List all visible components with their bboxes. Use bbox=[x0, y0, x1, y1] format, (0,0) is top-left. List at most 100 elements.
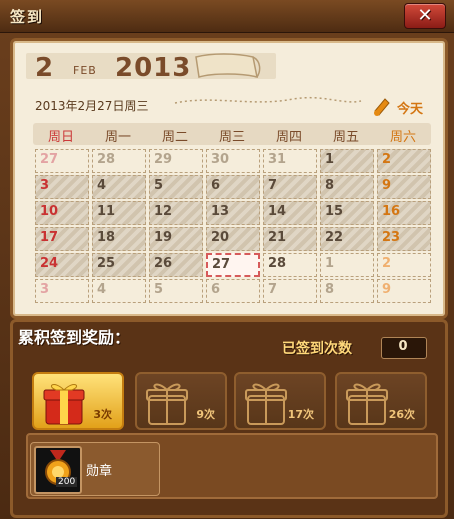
gift-box-17[interactable]: 17次 bbox=[234, 372, 326, 430]
calendar-day[interactable]: 23 bbox=[377, 227, 431, 251]
today-label[interactable]: 今天 bbox=[397, 98, 423, 117]
day-number: 27 bbox=[212, 257, 231, 272]
gift-label: 3次 bbox=[93, 408, 112, 421]
day-number: 14 bbox=[268, 204, 287, 219]
calendar-day[interactable]: 2 bbox=[377, 149, 431, 173]
calendar-day[interactable]: 13 bbox=[206, 201, 260, 225]
calendar-day[interactable]: 5 bbox=[149, 175, 203, 199]
calendar-day[interactable]: 25 bbox=[92, 253, 146, 277]
calendar-day[interactable]: 17 bbox=[35, 227, 89, 251]
title-bar: 签到 ✕ bbox=[0, 0, 454, 33]
calendar-day[interactable]: 19 bbox=[149, 227, 203, 251]
month-abbreviation: FEB bbox=[73, 64, 97, 77]
calendar-day[interactable]: 26 bbox=[149, 253, 203, 277]
day-number: 12 bbox=[154, 204, 173, 219]
day-number: 10 bbox=[40, 204, 59, 219]
day-number: 8 bbox=[325, 178, 335, 193]
weekday-monday: 周一 bbox=[104, 130, 131, 145]
signed-count-label: 已签到次数 bbox=[282, 341, 352, 357]
calendar-day[interactable]: 6 bbox=[206, 175, 260, 199]
day-number: 1 bbox=[325, 256, 335, 271]
day-number: 5 bbox=[154, 178, 164, 193]
calendar-day[interactable]: 31 bbox=[263, 149, 317, 173]
calendar-day[interactable]: 22 bbox=[320, 227, 374, 251]
calendar-day[interactable]: 8 bbox=[320, 175, 374, 199]
calendar-day[interactable]: 14 bbox=[263, 201, 317, 225]
cumulative-reward-title: 累积签到奖励： bbox=[18, 328, 131, 347]
calendar-day[interactable]: 3 bbox=[35, 279, 89, 303]
day-number: 23 bbox=[382, 230, 401, 245]
day-number: 20 bbox=[211, 230, 230, 245]
gift-box-26[interactable]: 26次 bbox=[335, 372, 427, 430]
day-number: 9 bbox=[382, 178, 392, 193]
gift-label: 26次 bbox=[388, 408, 415, 421]
calendar-day[interactable]: 15 bbox=[320, 201, 374, 225]
day-number: 16 bbox=[382, 204, 401, 219]
weekday-friday: 周五 bbox=[332, 130, 359, 145]
calendar-day[interactable]: 1 bbox=[320, 253, 374, 277]
calendar-day[interactable]: 3 bbox=[35, 175, 89, 199]
calendar-day[interactable]: 11 bbox=[92, 201, 146, 225]
scroll-ribbon-icon bbox=[195, 53, 261, 79]
gift-box-9[interactable]: 9次 bbox=[135, 372, 227, 430]
window-title: 签到 bbox=[10, 8, 45, 26]
calendar-day[interactable]: 6 bbox=[206, 279, 260, 303]
day-number: 18 bbox=[97, 230, 116, 245]
day-number: 25 bbox=[97, 256, 116, 271]
month-number: 2 bbox=[35, 53, 54, 83]
calendar-day[interactable]: 28 bbox=[263, 253, 317, 277]
weekday-wednesday: 周三 bbox=[218, 130, 245, 145]
calendar-day[interactable]: 4 bbox=[92, 279, 146, 303]
day-number: 7 bbox=[268, 178, 278, 193]
day-number: 6 bbox=[211, 282, 221, 297]
calendar-day[interactable]: 9 bbox=[377, 175, 431, 199]
day-number: 11 bbox=[97, 204, 116, 219]
day-number: 29 bbox=[154, 152, 173, 167]
gift-box-3[interactable]: 3次 bbox=[32, 372, 124, 430]
gift-box-outline-icon bbox=[346, 383, 388, 425]
day-number: 3 bbox=[40, 282, 50, 297]
calendar-day[interactable]: 2 bbox=[377, 253, 431, 277]
calendar-day[interactable]: 29 bbox=[149, 149, 203, 173]
weekday-tuesday: 周二 bbox=[161, 130, 188, 145]
day-number: 21 bbox=[268, 230, 287, 245]
calendar-panel: 2 FEB 2013 2013年2月27日周三 今天 周日 周一 周二 周三 周… bbox=[10, 38, 448, 319]
calendar-day[interactable]: 12 bbox=[149, 201, 203, 225]
weekday-header: 周日 周一 周二 周三 周四 周五 周六 bbox=[33, 123, 431, 145]
calendar-day[interactable]: 28 bbox=[92, 149, 146, 173]
calendar-day[interactable]: 24 bbox=[35, 253, 89, 277]
day-number: 2 bbox=[382, 256, 392, 271]
day-number: 1 bbox=[325, 152, 335, 167]
day-number: 4 bbox=[97, 178, 107, 193]
close-button[interactable]: ✕ bbox=[404, 3, 446, 29]
signed-count-value: 0 bbox=[398, 339, 408, 354]
calendar-day[interactable]: 1 bbox=[320, 149, 374, 173]
calendar-day[interactable]: 7 bbox=[263, 279, 317, 303]
current-date-text: 2013年2月27日周三 bbox=[35, 99, 149, 113]
calendar-day[interactable]: 10 bbox=[35, 201, 89, 225]
calendar-day[interactable]: 4 bbox=[92, 175, 146, 199]
day-number: 7 bbox=[268, 282, 278, 297]
calendar-day[interactable]: 7 bbox=[263, 175, 317, 199]
calendar-day[interactable]: 27 bbox=[35, 149, 89, 173]
calendar-day[interactable]: 21 bbox=[263, 227, 317, 251]
calendar-day[interactable]: 9 bbox=[377, 279, 431, 303]
calendar-day[interactable]: 30 bbox=[206, 149, 260, 173]
gift-box-icon bbox=[43, 384, 85, 425]
calendar-day[interactable]: 20 bbox=[206, 227, 260, 251]
calendar-day[interactable]: 5 bbox=[149, 279, 203, 303]
calendar-day[interactable]: 8 bbox=[320, 279, 374, 303]
calendar-grid: 27 28 29 30 31 1 2 3 4 5 6 7 8 9 10 11 12 13 14 15 16 17 18 19 2… bbox=[35, 149, 433, 303]
day-number: 19 bbox=[154, 230, 173, 245]
weekday-sunday: 周日 bbox=[47, 130, 74, 145]
day-number: 4 bbox=[97, 282, 107, 297]
calendar-day[interactable]: 18 bbox=[92, 227, 146, 251]
calendar-day[interactable]: 16 bbox=[377, 201, 431, 225]
day-number: 2 bbox=[382, 152, 392, 167]
weekday-saturday: 周六 bbox=[389, 130, 416, 145]
day-number: 28 bbox=[97, 152, 116, 167]
sign-in-window: 签到 ✕ 2 FEB 2013 2013年2月27日周三 今天 周日 周一 周二… bbox=[0, 0, 454, 519]
day-number: 8 bbox=[325, 282, 335, 297]
calendar-day-today[interactable]: 27 bbox=[206, 253, 260, 277]
medal-name: 勋章 bbox=[86, 464, 113, 479]
